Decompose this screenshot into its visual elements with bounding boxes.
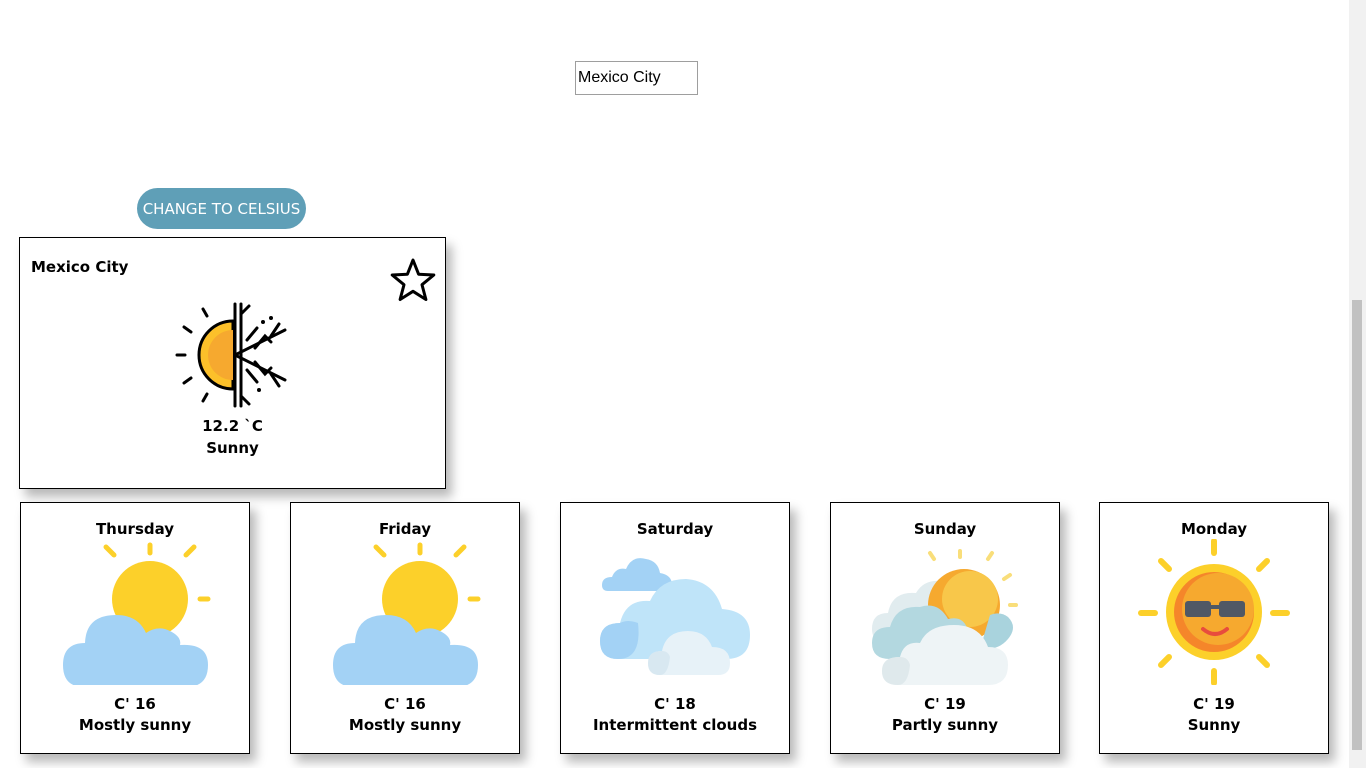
forecast-card-sunday: Sunday C' 19 Partly sunny [830,502,1060,754]
city-search-input[interactable] [575,61,698,95]
forecast-temperature: C' 16 [114,695,156,713]
forecast-day: Friday [378,520,431,538]
current-temperature: 12.2 `C [202,417,263,435]
forecast-day: Monday [1180,520,1248,538]
forecast-temperature: C' 19 [1193,695,1235,713]
scrollbar-thumb[interactable] [1352,300,1362,750]
forecast-condition: Mostly sunny [78,716,192,734]
forecast-day: Thursday [95,520,175,538]
sun-snowflake-icon [175,302,287,408]
forecast-day: Saturday [636,520,714,538]
current-city-name: Mexico City [31,258,129,276]
forecast-temperature: C' 19 [924,695,966,713]
forecast-condition: Intermittent clouds [592,716,758,734]
sun-behind-cloud-icon [333,542,481,685]
forecast-temperature: C' 16 [384,695,426,713]
forecast-card-thursday: Thursday C' 16 Mostly sunny [20,502,250,754]
forecast-card-monday: Monday C' 19 Sunny [1099,502,1329,754]
forecast-condition: Partly sunny [891,716,999,734]
current-condition: Sunny [206,439,259,457]
vertical-scrollbar[interactable] [1349,0,1366,768]
clouds-icon [600,558,750,675]
forecast-day: Sunday [913,520,977,538]
forecast-card-friday: Friday C' 16 Mostly sunny [290,502,520,754]
sun-clouds-icon [872,549,1018,685]
forecast-temperature: C' 18 [654,695,696,713]
forecast-card-saturday: Saturday C' 18 Intermittent clouds [560,502,790,754]
star-outline-icon[interactable] [389,257,437,305]
sun-behind-cloud-icon [63,542,211,685]
forecast-condition: Sunny [1187,716,1241,734]
change-to-celsius-button[interactable]: CHANGE TO CELSIUS [137,188,306,229]
current-weather-card: Mexico City 12.2 `C Sunny [19,237,446,489]
sun-sunglasses-icon [1138,539,1290,685]
forecast-condition: Mostly sunny [348,716,462,734]
